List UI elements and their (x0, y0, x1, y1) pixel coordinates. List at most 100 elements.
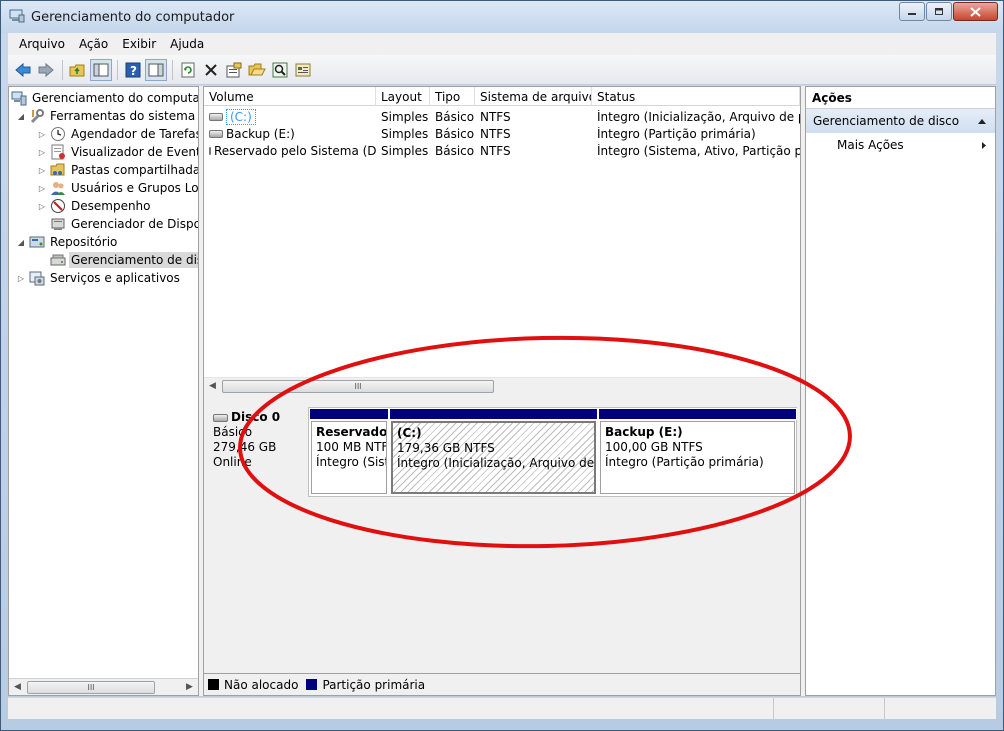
open-icon (248, 63, 266, 75)
column-header-status[interactable]: Status (592, 87, 800, 106)
drive-icon (209, 129, 223, 138)
expand-arrow-icon[interactable]: ▷ (16, 274, 26, 283)
expand-arrow-icon[interactable]: ▷ (37, 148, 47, 157)
menu-ajuda[interactable]: Ajuda (163, 37, 211, 51)
tree-horizontal-scrollbar[interactable]: ◀ III ▶ (9, 678, 198, 695)
expand-arrow-icon[interactable]: ▷ (37, 202, 47, 211)
volume-list-header: Volume Layout Tipo Sistema de arquivos S… (204, 87, 800, 106)
delete-icon (205, 63, 217, 76)
disk-management-icon (50, 252, 66, 268)
filesystem-cell: NTFS (480, 143, 511, 158)
scroll-left-icon[interactable]: ◀ (14, 682, 21, 692)
tree-item-event-viewer[interactable]: ▷ Visualizador de Eventos (37, 143, 198, 161)
expand-arrow-icon[interactable]: ▷ (37, 184, 47, 193)
client-area: Gerenciamento do computado ◢ Ferramentas… (8, 86, 996, 696)
menu-acao[interactable]: Ação (72, 37, 115, 51)
layout-cell: Simples (381, 109, 429, 124)
partition-size: 100,00 GB NTFS (605, 440, 703, 454)
tree-item-storage[interactable]: ◢ Repositório (16, 233, 119, 251)
status-cell (885, 698, 996, 719)
menu-exibir[interactable]: Exibir (115, 37, 163, 51)
tree-item-users-groups[interactable]: ▷ Usuários e Grupos Loca (37, 179, 199, 197)
tree-label: Gerenciamento de disco (69, 252, 198, 268)
computer-management-window: Gerenciamento do computador Arquivo Ação… (0, 0, 1004, 731)
collapse-up-icon[interactable] (977, 117, 987, 125)
minimize-button[interactable] (899, 2, 925, 21)
tree-item-performance[interactable]: ▷ Desempenho (37, 197, 153, 215)
partition-c[interactable]: (C:) 179,36 GB NTFS Íntegro (Inicializaç… (389, 408, 598, 496)
forward-button[interactable] (35, 59, 57, 81)
status-cell: Íntegro (Sistema, Ativo, Partição primá (597, 143, 800, 158)
delete-button[interactable] (200, 59, 222, 81)
legend-label: Não alocado (224, 677, 299, 692)
tree-item-root[interactable]: Gerenciamento do computado (11, 89, 199, 107)
properties-button[interactable] (223, 59, 245, 81)
legend-swatch-black (208, 679, 219, 690)
settings-button[interactable] (292, 59, 314, 81)
back-button[interactable] (12, 59, 34, 81)
show-hide-action-button[interactable] (145, 58, 167, 81)
partition-bar: Reservado 100 MB NTF Íntegro (Sist (C:) … (308, 407, 797, 497)
scroll-grip: III (87, 683, 95, 692)
disk-type: Básico (213, 425, 253, 439)
table-row[interactable]: Backup (E:) Simples Básico NTFS Íntegro … (204, 125, 800, 142)
tree-item-task-scheduler[interactable]: ▷ Agendador de Tarefas (37, 125, 199, 143)
actions-title: Ações (806, 87, 995, 109)
table-row[interactable]: Reservado pelo Sistema (D:) Simples Bási… (204, 142, 800, 159)
open-button[interactable] (246, 59, 268, 81)
disk-name: Disco 0 (231, 410, 281, 424)
expand-arrow-icon[interactable]: ▷ (37, 130, 47, 139)
scroll-thumb[interactable]: III (27, 681, 155, 694)
refresh-button[interactable] (177, 59, 199, 81)
tree-item-shared-folders[interactable]: ▷ Pastas compartilhadas (37, 161, 199, 179)
refresh-icon (181, 62, 195, 77)
status-cell: Íntegro (Partição primária) (597, 126, 756, 141)
partition-reserved[interactable]: Reservado 100 MB NTF Íntegro (Sist (309, 408, 389, 496)
volume-cell: Backup (E:) (204, 127, 376, 141)
more-actions-item[interactable]: Mais Ações (806, 133, 995, 157)
tree-label: Serviços e aplicativos (50, 271, 180, 285)
menu-arquivo[interactable]: Arquivo (12, 37, 72, 51)
back-icon (15, 62, 31, 77)
tree-item-system-tools[interactable]: ◢ Ferramentas do sistema (16, 107, 197, 125)
show-hide-tree-button[interactable] (90, 58, 112, 81)
expand-arrow-icon[interactable]: ▷ (37, 166, 47, 175)
tree-item-disk-management[interactable]: Gerenciamento de disco (37, 251, 198, 269)
window-controls (898, 2, 998, 21)
tree-item-services-apps[interactable]: ▷ Serviços e aplicativos (16, 269, 182, 287)
tree-label: Usuários e Grupos Loca (71, 181, 199, 195)
up-folder-button[interactable] (67, 59, 89, 81)
collapse-arrow-icon[interactable]: ◢ (16, 112, 26, 121)
drive-icon (209, 112, 223, 121)
scroll-thumb[interactable]: III (222, 380, 494, 393)
maximize-button[interactable] (926, 2, 952, 21)
help-button[interactable]: ? (122, 59, 144, 81)
column-header-layout[interactable]: Layout (376, 87, 430, 106)
volume-list-horizontal-scrollbar[interactable]: ◀ III (204, 377, 800, 394)
properties-icon (226, 62, 242, 77)
disk-info[interactable]: Disco 0 Básico 279,46 GB Online (209, 407, 304, 493)
tipo-cell: Básico (435, 109, 475, 124)
partition-size: 179,36 GB NTFS (397, 441, 495, 455)
scroll-left-icon[interactable]: ◀ (209, 381, 216, 391)
filesystem-cell: NTFS (480, 126, 511, 141)
column-header-volume[interactable]: Volume (204, 87, 376, 106)
tree-label: Pastas compartilhadas (71, 163, 199, 177)
column-header-tipo[interactable]: Tipo (430, 87, 475, 106)
tree-label: Gerenciamento do computado (32, 91, 199, 105)
collapse-arrow-icon[interactable]: ◢ (16, 238, 26, 247)
close-button[interactable] (953, 2, 998, 21)
up-folder-icon (69, 64, 85, 76)
title-bar[interactable]: Gerenciamento do computador (1, 1, 1003, 33)
table-row[interactable]: (C:) Simples Básico NTFS Íntegro (Inicia… (204, 108, 800, 125)
scroll-right-icon[interactable]: ▶ (186, 682, 193, 692)
partition-e[interactable]: Backup (E:) 100,00 GB NTFS Íntegro (Part… (598, 408, 797, 496)
tree-label: Agendador de Tarefas (71, 127, 199, 141)
tree-item-device-manager[interactable]: Gerenciador de Disposit (37, 215, 198, 233)
restore-icon (935, 8, 943, 15)
column-header-filesystem[interactable]: Sistema de arquivos (475, 87, 592, 106)
actions-section-disk-management[interactable]: Gerenciamento de disco (806, 109, 995, 133)
disk-legend: Não alocado Partição primária (204, 673, 800, 695)
search-button[interactable] (269, 59, 291, 81)
toolbar-separator (62, 59, 63, 80)
